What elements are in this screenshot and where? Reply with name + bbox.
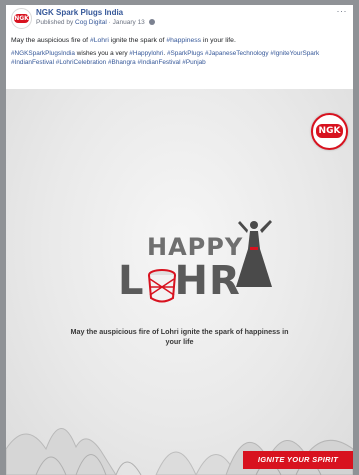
hashtag-link[interactable]: #Lohri [90,37,109,44]
hashtag-link[interactable]: #happiness [166,37,201,44]
hashtag-link[interactable]: #SparkPlugs [167,50,203,57]
post-date[interactable]: January 13 [113,19,145,26]
hashtag-link[interactable]: #LohriCelebration [56,59,106,66]
post-header: NGK NGK Spark Plugs India Published by C… [6,5,353,33]
ignite-your-spirit-banner: IGNITE YOUR SPIRIT [243,451,353,469]
facebook-post: NGK NGK Spark Plugs India Published by C… [6,5,353,475]
hashtag-link[interactable]: #IndianFestival [11,59,54,66]
publisher-link[interactable]: Cog Digital [75,19,107,26]
post-image[interactable]: NGK HAPPY L HR May the auspicious fire of… [6,89,353,475]
caption-text: ignite the spark of [108,37,167,44]
hashtag-link[interactable]: #Bhangra [108,59,136,66]
ngk-badge-logo: NGK [316,124,343,138]
hashtag-link[interactable]: #IndianFestival [138,59,181,66]
lohri-letters-hr: HR [174,258,241,304]
caption-text: wishes you a very [74,50,130,57]
hashtag-link[interactable]: #JapaneseTechnology [205,50,269,57]
page-avatar[interactable]: NGK [11,8,32,29]
dancer-icon [236,220,272,287]
post-hashtags: #NGKSparkPlugsIndia wishes you a very #H… [11,49,349,67]
caption-text: May the auspicious fire of [11,37,90,44]
hashtag-link[interactable]: #Happylohri [129,50,163,57]
caption-text: in your life. [201,37,236,44]
drum-icon [148,269,176,303]
post-caption: May the auspicious fire of #Lohri ignite… [11,36,349,45]
lohri-letter-l: L [118,258,145,304]
hashtag-link[interactable]: #IgniteYourSpark [270,50,319,57]
page-name-link[interactable]: NGK Spark Plugs India [36,8,123,17]
tagline: May the auspicious fire of Lohri ignite … [70,327,289,346]
published-prefix: Published by [36,19,74,26]
globe-icon [148,19,155,25]
post-meta: Published by Cog Digital · January 13 [36,19,155,26]
happy-heading: HAPPY [147,233,244,261]
lohri-heading: L HR [118,258,241,304]
hashtag-link[interactable]: #Punjab [182,59,205,66]
more-options-icon[interactable]: ··· [337,6,348,16]
hashtag-link[interactable]: #NGKSparkPlugsIndia [11,50,75,57]
ngk-badge: NGK [311,113,348,150]
ngk-logo: NGK [14,14,29,23]
